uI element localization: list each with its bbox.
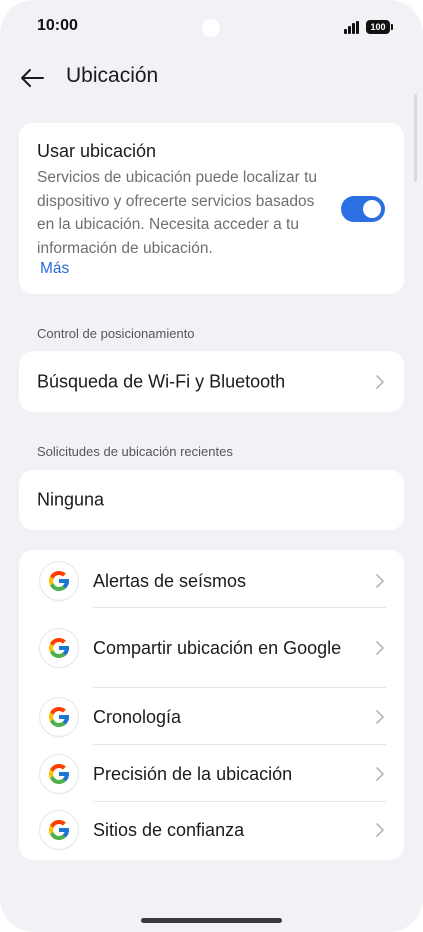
chevron-right-icon <box>376 766 384 781</box>
list-item-earthquake-alerts[interactable]: Alertas de seísmos <box>19 554 404 608</box>
section-label-recent-requests: Solicitudes de ubicación recientes <box>37 444 233 459</box>
google-g-icon <box>40 754 78 793</box>
chevron-right-icon <box>376 823 384 837</box>
front-camera <box>202 19 220 37</box>
back-button[interactable] <box>14 60 50 96</box>
google-services-card: Alertas de seísmos Compartir ubicación e… <box>19 550 404 860</box>
list-item-location-accuracy[interactable]: Precisión de la ubicación <box>19 745 404 802</box>
list-item-timeline[interactable]: Cronología <box>19 688 404 745</box>
use-location-description: Servicios de ubicación puede localizar t… <box>37 169 318 257</box>
use-location-toggle[interactable] <box>341 196 385 222</box>
use-location-title: Usar ubicación <box>37 141 157 161</box>
list-item-share-location[interactable]: Compartir ubicación en Google <box>19 608 404 688</box>
google-g-icon <box>40 562 78 600</box>
wifi-bluetooth-scanning-item[interactable]: Búsqueda de Wi-Fi y Bluetooth <box>19 351 404 412</box>
list-item-label: Cronología <box>93 706 182 727</box>
arrow-left-icon <box>21 69 44 87</box>
google-g-icon <box>40 629 78 667</box>
chevron-right-icon <box>376 374 384 389</box>
google-g-icon <box>40 811 78 849</box>
use-location-card: Usar ubicación Servicios de ubicación pu… <box>19 123 404 294</box>
home-indicator[interactable] <box>141 918 282 923</box>
chevron-right-icon <box>376 641 384 655</box>
list-item-label: Precisión de la ubicación <box>93 763 293 784</box>
section-label-positioning: Control de posicionamiento <box>37 326 195 341</box>
battery-icon: 100 <box>366 20 393 34</box>
recent-requests-none: Ninguna <box>37 489 105 510</box>
list-item-trusted-places[interactable]: Sitios de confianza <box>19 802 404 858</box>
chevron-right-icon <box>376 709 384 724</box>
toggle-knob <box>363 200 381 218</box>
list-item-label: Compartir ubicación en Google <box>93 638 342 658</box>
status-time: 10:00 <box>37 17 78 34</box>
scrollbar[interactable] <box>414 94 417 182</box>
phone-screen: 10:00 100 Ubicación Usar ubicación Servi… <box>0 0 423 932</box>
wifi-bluetooth-scanning-label: Búsqueda de Wi-Fi y Bluetooth <box>37 371 286 391</box>
list-item-label: Sitios de confianza <box>93 820 245 840</box>
list-item-label: Alertas de seísmos <box>93 571 247 591</box>
signal-icon <box>344 21 360 34</box>
more-link[interactable]: Más <box>40 260 69 278</box>
recent-requests-card: Ninguna <box>19 470 404 530</box>
google-g-icon <box>40 697 78 736</box>
chevron-right-icon <box>376 574 384 588</box>
page-title: Ubicación <box>66 64 159 87</box>
status-bar: 10:00 100 <box>0 0 423 56</box>
